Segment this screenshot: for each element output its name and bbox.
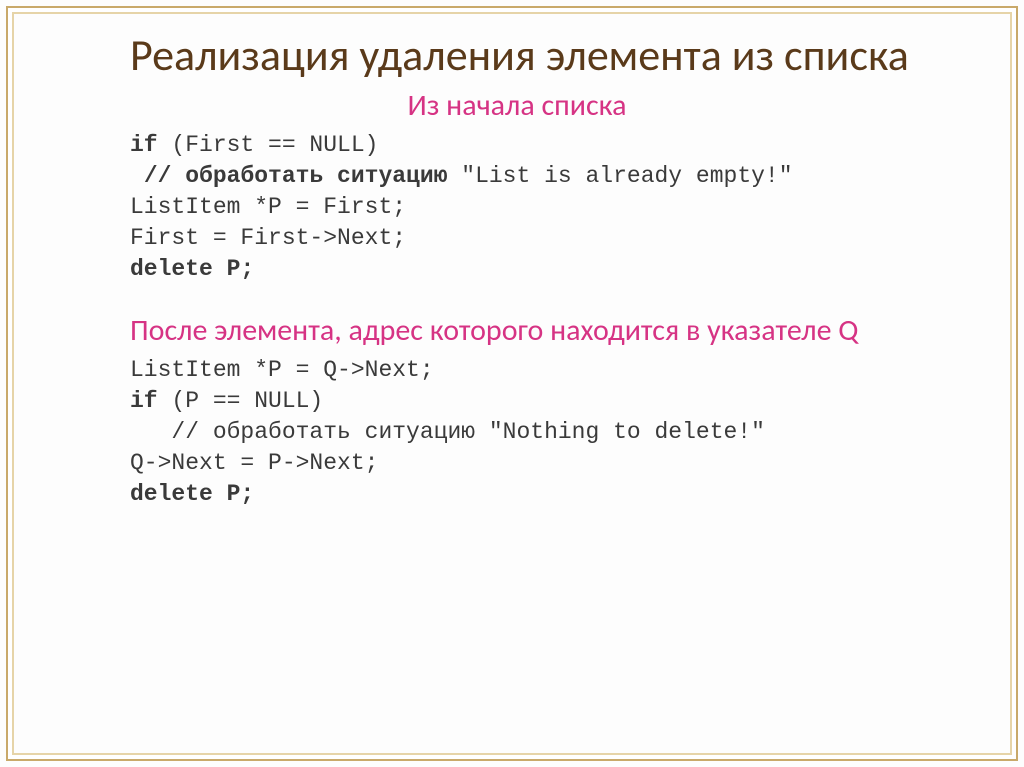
section1-heading: Из начала списка: [130, 87, 904, 124]
section1-code: if (First == NULL) // обработать ситуаци…: [130, 130, 964, 285]
slide-title: Реализация удаления элемента из списка: [130, 30, 964, 81]
section2-heading: После элемента, адрес которого находится…: [168, 313, 964, 349]
slide-content: Реализация удаления элемента из списка И…: [130, 30, 964, 737]
section2-code: ListItem *P = Q->Next; if (P == NULL) //…: [130, 355, 964, 510]
